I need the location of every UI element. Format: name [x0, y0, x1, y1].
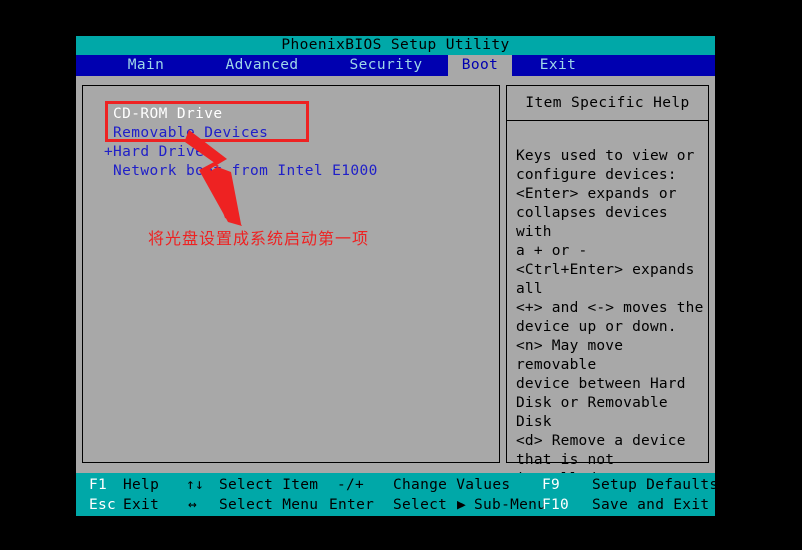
help-title-box: Item Specific Help	[506, 85, 709, 121]
footer-label: Help	[123, 477, 160, 493]
annotation-text: 将光盘设置成系统启动第一项	[148, 229, 370, 248]
help-body-box: Keys used to view or configure devices: …	[506, 121, 709, 487]
footer-label: Select Item	[219, 477, 319, 493]
tab-main[interactable]: Main	[92, 55, 200, 76]
boot-order-panel: CD-ROM Drive Removable Devices +Hard Drive…	[82, 85, 500, 463]
footer-key: F1	[89, 477, 108, 493]
tab-advanced[interactable]: Advanced	[200, 55, 324, 76]
bios-window: PhoenixBIOS Setup Utility Main Advanced Se…	[76, 36, 719, 516]
footer-label: Select Menu	[219, 497, 319, 513]
footer-label: Setup Defaults	[592, 477, 719, 493]
window-title: PhoenixBIOS Setup Utility	[76, 36, 715, 55]
footer-key: F9	[542, 477, 561, 493]
boot-list-item-label: Removable Devices	[113, 125, 269, 141]
help-text: Keys used to view or configure devices: …	[516, 148, 704, 487]
footer-label: ↑↓	[186, 477, 205, 493]
boot-list-item[interactable]: Network boot from Intel E1000	[113, 162, 378, 181]
item-specific-help-panel: Item Specific Help Keys used to view or …	[506, 85, 709, 487]
boot-list-item-label: Network boot from Intel E1000	[113, 163, 378, 179]
footer-label: -/+	[337, 477, 365, 493]
tab-boot[interactable]: Boot	[448, 55, 512, 76]
footer-label: Select	[393, 497, 448, 513]
footer-label: Save and Exit	[592, 497, 710, 513]
tab-security[interactable]: Security	[324, 55, 448, 76]
footer-label: Sub-Menu	[474, 497, 547, 513]
boot-list-item[interactable]: +Hard Drive	[104, 143, 205, 162]
screen: PhoenixBIOS Setup Utility Main Advanced Se…	[0, 0, 802, 550]
tab-exit[interactable]: Exit	[512, 55, 604, 76]
boot-list-item-label: CD-ROM Drive	[113, 106, 223, 122]
footer-label: Change Values	[393, 477, 511, 493]
footer-label: ↔	[188, 497, 198, 513]
key-hint-footer: F1 Help ↑↓ Select Item -/+ Change Values F9 Set…	[76, 473, 719, 516]
footer-label: Exit	[123, 497, 160, 513]
boot-list-item[interactable]: CD-ROM Drive	[113, 105, 223, 124]
footer-key: Esc	[89, 497, 117, 513]
footer-label: ▶	[457, 497, 467, 513]
content-area: CD-ROM Drive Removable Devices +Hard Drive…	[76, 76, 715, 487]
footer-key: F10	[542, 497, 570, 513]
boot-list-item-label: Hard Drive	[113, 144, 205, 160]
help-title: Item Specific Help	[525, 95, 690, 111]
boot-list-item[interactable]: Removable Devices	[113, 124, 268, 143]
menu-bar: Main Advanced Security Boot Exit	[76, 55, 715, 76]
footer-label: Enter	[329, 497, 375, 513]
expand-marker-icon: +	[104, 144, 114, 160]
